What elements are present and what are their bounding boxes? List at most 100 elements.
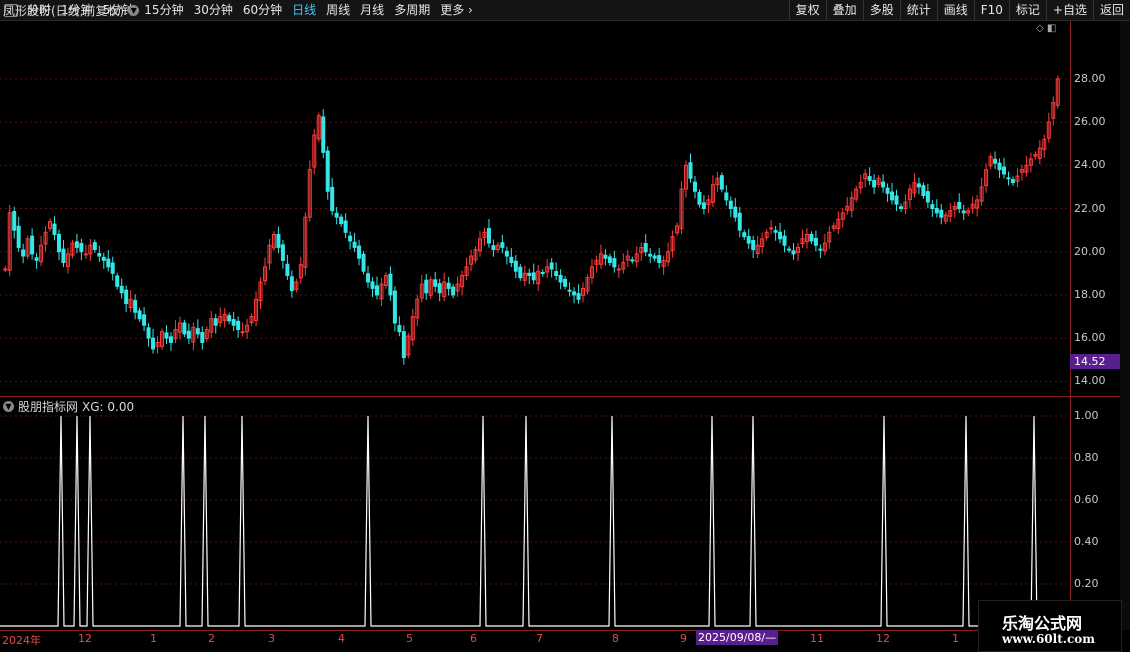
candle-body — [567, 289, 572, 292]
candle-body — [818, 248, 823, 251]
candle-body — [612, 258, 617, 268]
candle-body — [872, 179, 877, 188]
candle-body — [997, 162, 1002, 171]
date-tick: 7 — [536, 632, 543, 645]
date-tick: 12 — [876, 632, 890, 645]
date-tick: 4 — [338, 632, 345, 645]
candle-body — [348, 235, 353, 242]
candle-body — [21, 249, 26, 257]
candle-body — [504, 250, 509, 257]
date-tick: 2 — [208, 632, 215, 645]
candle-body — [957, 201, 962, 210]
candlestick-chart[interactable] — [0, 0, 1070, 650]
candle-body — [1002, 166, 1007, 175]
candle-body — [106, 258, 111, 268]
candle-body — [630, 259, 635, 262]
candle-body — [168, 336, 173, 343]
candle-body — [657, 255, 662, 264]
candle-body — [285, 263, 290, 276]
candle-body — [3, 268, 8, 271]
candle-body — [701, 202, 706, 210]
candle-body — [554, 271, 559, 276]
candle-body — [563, 278, 568, 287]
candle-body — [92, 242, 97, 251]
candle-body — [334, 212, 339, 218]
candle-body — [549, 262, 554, 270]
date-tick: 5 — [406, 632, 413, 645]
candle-body — [607, 256, 612, 264]
candle-body — [330, 186, 335, 212]
candle-body — [236, 320, 241, 331]
candle-body — [993, 158, 998, 164]
chevron-down-icon[interactable]: ▼ — [3, 401, 14, 412]
date-tick: 3 — [268, 632, 275, 645]
candle-body — [352, 241, 357, 248]
selected-date-box: 2025/09/08/— — [696, 630, 778, 645]
candle-body — [724, 192, 729, 201]
candle-body — [12, 211, 17, 231]
candle-body — [343, 220, 348, 233]
candle-body — [401, 331, 406, 359]
candle-body — [787, 248, 792, 251]
date-tick: 11 — [810, 632, 824, 645]
candle-body — [688, 162, 693, 179]
last-price-box: 14.52 — [1070, 354, 1120, 369]
candle-body — [446, 282, 451, 289]
candle-body — [366, 273, 371, 283]
candle-body — [56, 233, 61, 253]
candle-body — [392, 290, 397, 324]
candle-body — [34, 257, 39, 261]
candle-body — [867, 176, 872, 181]
candle-body — [74, 241, 79, 248]
candle-body — [648, 253, 653, 257]
candle-body — [719, 175, 724, 190]
candle-body — [133, 300, 138, 313]
candle-body — [930, 204, 935, 210]
candle-body — [30, 235, 35, 255]
candle-body — [921, 185, 926, 197]
candle-body — [486, 227, 491, 244]
indicator-tick: 0.40 — [1074, 535, 1099, 548]
indicator-name: 股朋指标网 — [18, 400, 79, 414]
candle-body — [97, 252, 102, 257]
candle-body — [518, 266, 523, 279]
candle-body — [231, 319, 236, 326]
candle-body — [742, 232, 747, 238]
price-tick: 20.00 — [1074, 244, 1106, 258]
candle-body — [692, 181, 697, 192]
date-tick: 1 — [952, 632, 959, 645]
candle-body — [934, 208, 939, 214]
candle-body — [737, 212, 742, 231]
date-tick: 1 — [150, 632, 157, 645]
candle-body — [16, 225, 21, 248]
candle-body — [925, 191, 930, 203]
candle-body — [813, 237, 818, 246]
candle-body — [697, 192, 702, 205]
candle-body — [276, 233, 281, 248]
candle-body — [83, 253, 88, 256]
candle-body — [769, 227, 774, 230]
candle-body — [115, 275, 120, 287]
candle-body — [572, 291, 577, 296]
candle-body — [603, 254, 608, 259]
toolbar-button-8[interactable]: 返回 — [1092, 0, 1130, 20]
candle-body — [119, 285, 124, 294]
candle-body — [142, 314, 147, 326]
candle-body — [728, 200, 733, 210]
candle-body — [643, 243, 648, 253]
date-tick: 12 — [78, 632, 92, 645]
price-tick: 22.00 — [1074, 201, 1106, 215]
candle-body — [616, 268, 621, 271]
candle-body — [576, 293, 581, 300]
candle-body — [733, 206, 738, 218]
candle-body — [540, 271, 545, 274]
candle-body — [652, 255, 657, 259]
candle-body — [782, 235, 787, 246]
candle-body — [151, 337, 156, 350]
date-tick: 8 — [612, 632, 619, 645]
candle-body — [939, 209, 944, 218]
candle-body — [182, 322, 187, 335]
candle-body — [213, 318, 218, 326]
candle-body — [397, 325, 402, 333]
candle-body — [746, 236, 751, 244]
